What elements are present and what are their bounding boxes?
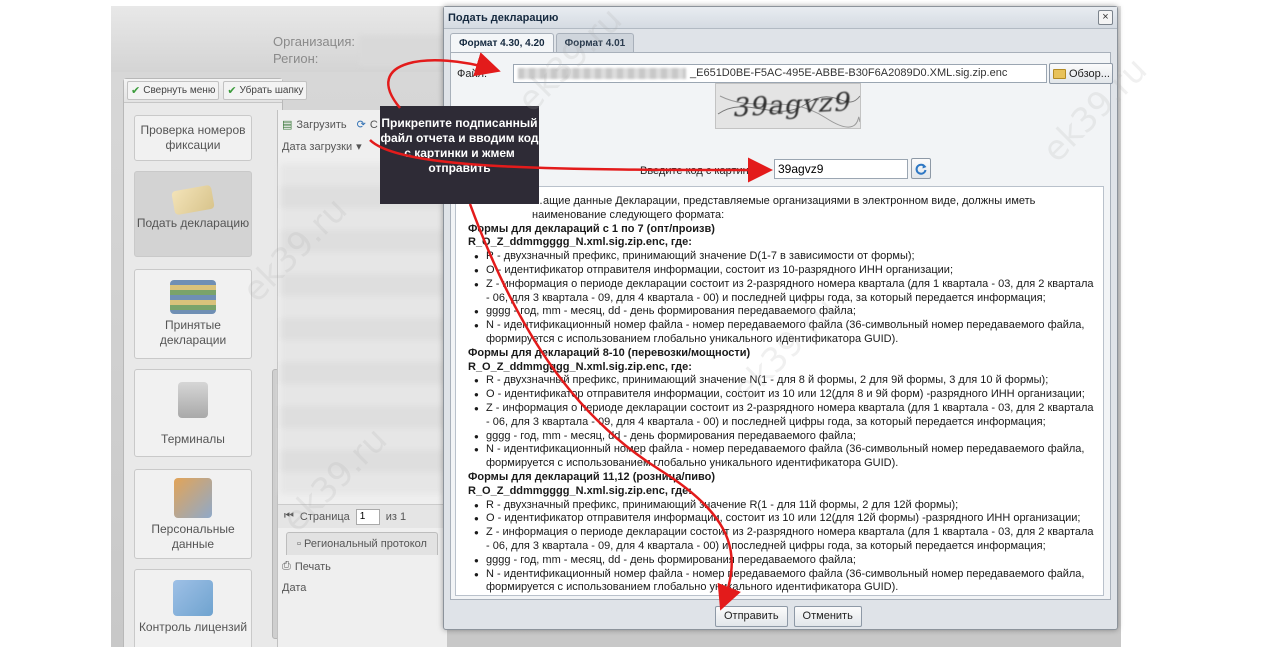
pager-of-label: из 1 [385,510,407,523]
masked-file-prefix [518,68,686,79]
column-header-upload-date[interactable]: Дата загрузки ▾ [282,140,362,154]
collapse-menu-button[interactable]: ✔ Свернуть меню [127,81,220,100]
upload-label: Загрузить [296,118,347,131]
hide-header-label: Убрать шапку [239,85,304,96]
list-item: R - двухзначный префикс, принимающий зна… [468,250,1095,264]
list-item: Z - информация о периоде декларации сост… [468,278,1095,306]
submit-declaration-dialog: Подать декларацию × Формат 4.30, 4.20 Фо… [443,6,1118,630]
pager-page-label: Страница [299,510,350,523]
nav-tile-terminals[interactable]: Терминалы [134,369,252,457]
folder-icon [1053,68,1066,79]
region-label: Регион: [273,51,319,66]
nav-label: Персональные данные [151,522,235,551]
left-nav-panel: ✔ Свернуть меню ✔ Убрать шапку Проверка … [123,78,308,647]
submit-button[interactable]: Отправить [715,606,788,627]
nav-tile-license-control[interactable]: Контроль лицензий [134,569,252,647]
refresh-icon: ⟳ [356,119,366,131]
tab-regional-label: Региональный протокол [303,538,427,550]
list-item: O - идентификатор отправителя информации… [468,388,1095,402]
nav-tile-personal-data[interactable]: Персональные данные [134,469,252,559]
filename-format-info: …ащие данные Декларации, представляемые … [455,186,1104,596]
list-item: gggg - год, mm - месяц, dd - день формир… [468,305,1095,319]
tab-regional-protocol[interactable]: ▫ Региональный протокол [286,532,438,555]
file-path-field[interactable]: _E651D0BE-F5AC-495E-ABBE-B30F6A2089D0.XM… [513,64,1047,83]
blurred-org-info [359,36,449,66]
nav-label: Принятые декларации [159,318,227,347]
list-item: Z - информация о периоде декларации сост… [468,526,1095,554]
browse-label: Обзор... [1069,67,1110,80]
list-item: R - двухзначный префикс, принимающий зна… [468,499,1095,513]
list-item: N - идентификационный номер файла - номе… [468,568,1095,595]
pager-page-input[interactable] [355,508,380,525]
person-card-icon [174,478,212,518]
org-label: Организация: [273,34,356,49]
cancel-button[interactable]: Отменить [793,606,862,627]
hide-header-button[interactable]: ✔ Убрать шапку [223,81,308,100]
list-item: gggg - год, mm - месяц, dd - день формир… [468,554,1095,568]
terminal-icon [178,382,208,418]
print-label: Печать [294,560,331,573]
nav-tile-check-fixation[interactable]: Проверка номеров фиксации [134,115,252,161]
section-pattern: R_O_Z_ddmmgggg_N.xml.sig.zip.enc, где: [468,484,692,497]
printer-icon: ⎙ [282,560,291,572]
list-item: N - идентификационный номер файла - номе… [468,319,1095,347]
file-label: Файл: [457,68,488,80]
license-magnifier-icon [173,580,213,616]
collapse-menu-label: Свернуть меню [143,85,216,96]
list-item: O - идентификатор отправителя информации… [468,264,1095,278]
captcha-code-label: Введите код с картинки: [640,165,763,177]
upload-button[interactable]: ▤ Загрузить ⟳ С [282,118,378,132]
section-pattern: R_O_Z_ddmmgggg_N.xml.sig.zip.enc, где: [468,360,692,373]
dialog-title: Подать декларацию [444,7,1117,29]
format-tabs: Формат 4.30, 4.20 Формат 4.01 [450,33,635,53]
nav-tile-submit-declaration[interactable]: Подать декларацию [134,171,252,257]
nav-label: Терминалы [161,432,225,446]
instruction-callout: Прикрепите подписанный файл отчета и вво… [380,106,539,204]
browse-button[interactable]: Обзор... [1049,63,1113,84]
document-stack-icon [170,280,216,314]
list-item: R - двухзначный префикс, принимающий зна… [468,374,1095,388]
declaration-hand-icon [171,184,215,216]
left-panel-toolbar: ✔ Свернуть меню ✔ Убрать шапку [124,79,308,103]
blurred-declarations-list [280,164,445,494]
pager: ⏮ Страница из 1 [278,504,448,528]
sec2-list: R - двухзначный префикс, принимающий зна… [468,374,1095,471]
section-pattern: R_O_Z_ddmmgggg_N.xml.sig.zip.enc, где: [468,236,692,249]
captcha-image: 39agvz9 [715,83,861,129]
sec1-list: R - двухзначный префикс, принимающий зна… [468,250,1095,347]
column-header-date[interactable]: Дата [282,582,306,594]
partial-button-label: С [369,118,378,131]
nav-tile-accepted-declarations[interactable]: Принятые декларации [134,269,252,359]
list-item: O - идентификатор отправителя информации… [468,512,1095,526]
sort-chevron-icon: ▾ [356,141,362,153]
dialog-buttons: Отправить Отменить [715,606,862,627]
list-item: N - идентификационный номер файла - номе… [468,443,1095,471]
tab-format-401[interactable]: Формат 4.01 [555,33,635,53]
nav-label: Подать декларацию [136,216,250,230]
list-item: gggg - год, mm - месяц, dd - день формир… [468,430,1095,444]
tab-format-430[interactable]: Формат 4.30, 4.20 [450,33,554,53]
refresh-icon [915,163,927,175]
info-intro: …ащие данные Декларации, представляемые … [532,195,1036,221]
list-item: Z - информация о периоде декларации сост… [468,402,1095,430]
file-path-value: _E651D0BE-F5AC-495E-ABBE-B30F6A2089D0.XM… [690,67,1008,79]
nav-label: Проверка номеров фиксации [140,123,246,152]
column-label: Дата загрузки [282,140,353,153]
sec3-list: R - двухзначный префикс, принимающий зна… [468,499,1095,595]
upload-icon: ▤ [282,119,293,131]
checkmark-icon: ✔ [227,85,237,97]
section-title: Формы для деклараций с 1 по 7 (опт/произ… [468,222,715,235]
regional-protocol-icon: ▫ [297,538,301,550]
tab-body: Файл: _E651D0BE-F5AC-495E-ABBE-B30F6A208… [450,52,1113,600]
print-button[interactable]: ⎙ Печать [282,560,331,573]
section-title: Формы для деклараций 8-10 (перевозки/мощ… [468,346,751,359]
captcha-refresh-button[interactable] [911,158,931,179]
column-label: Дата [282,582,307,594]
nav-label: Контроль лицензий [138,620,248,634]
pager-first-icon[interactable]: ⏮ [284,510,294,523]
close-icon[interactable]: × [1098,10,1113,25]
captcha-code-input[interactable] [774,159,908,179]
section-title: Формы для деклараций 11,12 (розница/пиво… [468,470,716,483]
checkmark-icon: ✔ [131,85,141,97]
